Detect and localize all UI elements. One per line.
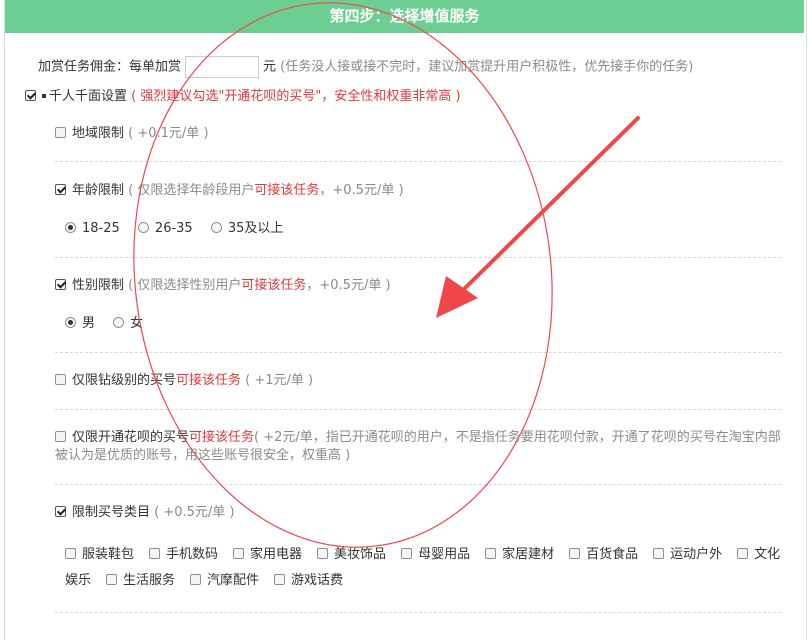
gender-row: 性别限制 ( 仅限选择性别用户可接该任务，+0.5元/单 ) — [55, 277, 391, 295]
category-item[interactable]: 母婴用品 — [401, 546, 470, 564]
radio-icon — [65, 317, 76, 328]
category-item[interactable]: 美妆饰品 — [317, 546, 386, 564]
gender-label: 性别限制 — [72, 278, 125, 293]
category-checkbox[interactable] — [55, 506, 66, 517]
region-checkbox[interactable] — [55, 127, 66, 138]
category-price: ( +0.5元/单 ) — [154, 505, 235, 520]
category-item[interactable]: 家居建材 — [485, 546, 554, 564]
region-row: 地域限制 ( +0.1元/单 ) — [55, 125, 209, 143]
checkbox-icon — [233, 548, 245, 559]
age-note-after: ，+0.5元/单 ) — [319, 183, 404, 198]
gender-checkbox[interactable] — [55, 279, 66, 290]
divider — [55, 484, 781, 485]
huabei-label: 仅限开通花呗的买号 — [72, 430, 190, 445]
age-note-before: ( 仅限选择年龄段用户 — [128, 183, 255, 198]
persona-hint: ( 强烈建议勾选"开通花呗的买号"，安全性和权重非常高 ) — [131, 89, 461, 104]
age-note-red: 可接该任务 — [254, 183, 320, 198]
checkbox-icon — [317, 548, 329, 559]
checkbox-icon — [569, 548, 581, 559]
checkbox-icon — [401, 548, 413, 559]
bounty-note: (任务没人接或接不完时，建议加赏提升用户积极性，优先接手你的任务) — [280, 59, 694, 75]
divider — [55, 161, 781, 162]
huabei-note-line1: ( +2元/单，指已开通花呗的用户，不是指任务要用花呗付款，开通了花呗的买号在淘… — [254, 430, 781, 445]
diamond-label: 仅限钻级别的买号 — [72, 373, 177, 388]
age-label: 年龄限制 — [72, 183, 125, 198]
gender-note-before: ( 仅限选择性别用户 — [128, 278, 242, 293]
region-price: ( +0.1元/单 ) — [128, 126, 209, 141]
category-item[interactable]: 百货食品 — [569, 546, 638, 564]
category-item[interactable]: 生活服务 — [106, 572, 175, 590]
gender-option[interactable]: 女 — [113, 315, 143, 333]
category-item[interactable]: 游戏话费 — [274, 572, 343, 590]
category-label: 限制买号类目 — [72, 505, 151, 520]
step-header: 第四步：选择增值服务 — [5, 0, 804, 33]
divider — [55, 409, 781, 410]
category-item[interactable]: 娱乐 — [65, 572, 91, 590]
diamond-label-red: 可接该任务 — [176, 373, 242, 388]
category-list-line1: 服装鞋包 手机数码 家用电器 美妆饰品 母婴用品 家居建材 百货食品 运动户外 文化 — [65, 546, 780, 564]
bounty-label: 加赏任务佣金：每单加赏 — [38, 59, 182, 75]
age-option[interactable]: 18-25 — [65, 220, 120, 238]
bounty-amount-input[interactable] — [185, 56, 260, 78]
bounty-row: 加赏任务佣金：每单加赏 元 (任务没人接或接不完时，建议加赏提升用户积极性，优先接… — [38, 56, 693, 78]
divider — [55, 257, 781, 258]
radio-icon — [65, 222, 76, 233]
diamond-row: 仅限钻级别的买号可接该任务 ( +1元/单 ) — [55, 372, 313, 390]
category-item[interactable]: 运动户外 — [653, 546, 722, 564]
checkbox-icon — [653, 548, 665, 559]
divider — [55, 352, 781, 353]
category-item[interactable]: 服装鞋包 — [65, 546, 134, 564]
checkbox-icon — [190, 574, 202, 585]
category-item[interactable]: 文化 — [737, 546, 780, 564]
diamond-checkbox[interactable] — [55, 374, 66, 385]
gender-option[interactable]: 男 — [65, 315, 95, 333]
radio-icon — [210, 222, 222, 233]
persona-row: 千人千面设置 ( 强烈建议勾选"开通花呗的买号"，安全性和权重非常高 ) — [25, 88, 461, 106]
checkbox-icon — [65, 548, 76, 559]
radio-icon — [137, 222, 149, 233]
huabei-label-red: 可接该任务 — [189, 430, 255, 445]
checkbox-icon — [485, 548, 497, 559]
diamond-price: ( +1元/单 ) — [245, 373, 314, 388]
category-item[interactable]: 家用电器 — [233, 546, 302, 564]
checkbox-icon — [149, 548, 161, 559]
category-row: 限制买号类目 ( +0.5元/单 ) — [55, 504, 235, 522]
checkbox-icon — [106, 574, 118, 585]
category-list-line2: 娱乐 生活服务 汽摩配件 游戏话费 — [65, 572, 358, 590]
huabei-note-line2: 被认为是优质的账号，用这些账号很安全，权重高 ) — [55, 448, 351, 463]
category-item[interactable]: 手机数码 — [149, 546, 218, 564]
huabei-checkbox[interactable] — [55, 431, 66, 442]
persona-label: 千人千面设置 — [49, 89, 128, 104]
age-option[interactable]: 26-35 — [137, 220, 193, 238]
bounty-unit: 元 — [263, 59, 277, 75]
age-checkbox[interactable] — [55, 184, 66, 195]
gender-note-after: ，+0.5元/单 ) — [306, 278, 391, 293]
radio-icon — [113, 317, 125, 328]
persona-checkbox[interactable] — [25, 90, 36, 101]
age-option[interactable]: 35及以上 — [210, 220, 283, 238]
checkbox-icon — [274, 574, 286, 585]
bullet-icon — [42, 94, 46, 98]
category-item[interactable]: 汽摩配件 — [190, 572, 259, 590]
divider — [55, 612, 781, 613]
region-label: 地域限制 — [72, 126, 125, 141]
huabei-row: 仅限开通花呗的买号可接该任务( +2元/单，指已开通花呗的用户，不是指任务要用花… — [55, 429, 781, 447]
checkbox-icon — [737, 548, 749, 559]
gender-note-red: 可接该任务 — [241, 278, 307, 293]
gender-options: 男 女 — [65, 315, 157, 333]
age-options: 18-25 26-35 35及以上 — [65, 220, 297, 238]
age-row: 年龄限制 ( 仅限选择年龄段用户可接该任务，+0.5元/单 ) — [55, 182, 404, 200]
